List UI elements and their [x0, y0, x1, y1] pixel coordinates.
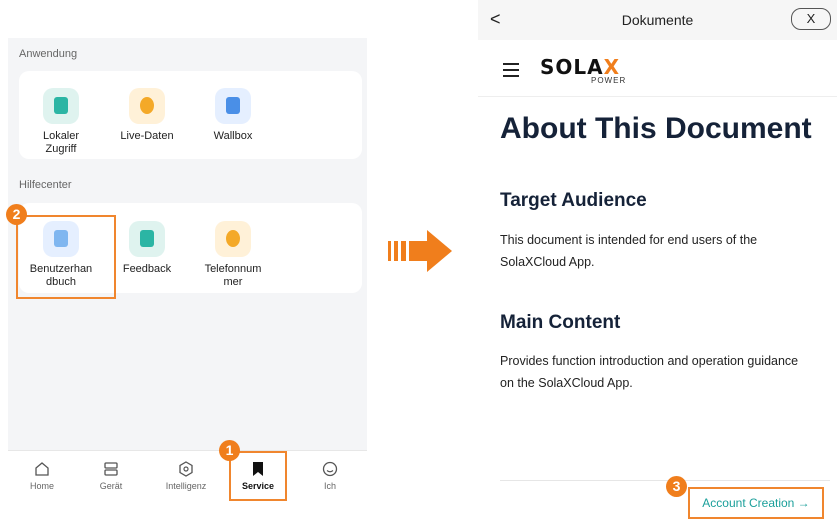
app-feedback[interactable]: Feedback: [115, 221, 179, 276]
app-label: Lokaler Zugriff: [42, 130, 80, 155]
logo-row: SOLAX POWER: [478, 40, 837, 97]
service-screen: Anwendung Lokaler Zugriff Live-Daten Wal…: [6, 38, 367, 506]
document-heading: About This Document: [500, 112, 812, 145]
tab-home[interactable]: Home: [12, 461, 72, 491]
app-label: Telefonnum mer: [204, 263, 262, 288]
step-badge-3: 3: [666, 476, 687, 497]
device-icon: [103, 461, 119, 477]
feedback-icon: [129, 221, 165, 257]
tab-intelligence[interactable]: Intelligenz: [156, 461, 216, 491]
intelligence-icon: [178, 461, 194, 477]
page-title: Dokumente: [621, 12, 694, 28]
app-wallbox[interactable]: Wallbox: [201, 88, 265, 143]
section-heading-main: Main Content: [500, 312, 621, 333]
tab-label: Home: [29, 481, 54, 491]
tab-profile[interactable]: Ich: [300, 461, 360, 491]
profile-icon: [322, 461, 338, 477]
highlight-user-manual: [16, 215, 116, 299]
menu-icon[interactable]: [503, 63, 519, 81]
tab-label: Gerät: [99, 481, 123, 491]
wallbox-icon: [215, 88, 251, 124]
section-heading-target: Target Audience: [500, 190, 647, 211]
tab-label: Ich: [323, 481, 336, 491]
top-bar: < Dokumente X: [478, 0, 837, 40]
documents-screen: < Dokumente X SOLAX POWER About This Doc…: [478, 0, 837, 519]
tab-label: Intelligenz: [165, 481, 207, 491]
section-title-help: Hilfecenter: [19, 179, 72, 191]
step-badge-2: 2: [6, 204, 27, 225]
section-text-target: This document is intended for end users …: [500, 233, 758, 269]
close-button[interactable]: X: [791, 8, 831, 30]
app-label: Wallbox: [213, 130, 253, 142]
tab-device[interactable]: Gerät: [81, 461, 141, 491]
app-live-data[interactable]: Live-Daten: [115, 88, 179, 143]
home-icon: [34, 461, 50, 477]
phone-icon: [215, 221, 251, 257]
next-page-link[interactable]: Account Creation →: [688, 487, 824, 519]
logo-subtitle: POWER: [591, 76, 627, 85]
bottom-tab-bar: Home Gerät Intelligenz Service Ich: [8, 450, 367, 506]
divider: [500, 480, 830, 481]
application-card: Lokaler Zugriff Live-Daten Wallbox: [19, 71, 362, 159]
section-text-main: Provides function introduction and opera…: [500, 354, 799, 390]
section-title-application: Anwendung: [19, 48, 78, 60]
app-label: Live-Daten: [120, 130, 174, 142]
app-phone[interactable]: Telefonnum mer: [201, 221, 265, 289]
highlight-service-tab: [229, 451, 287, 501]
local-access-icon: [43, 88, 79, 124]
app-local-access[interactable]: Lokaler Zugriff: [29, 88, 93, 156]
live-data-icon: [129, 88, 165, 124]
arrow-right-icon: [388, 230, 452, 272]
app-label: Feedback: [122, 263, 172, 275]
step-badge-1: 1: [219, 440, 240, 461]
